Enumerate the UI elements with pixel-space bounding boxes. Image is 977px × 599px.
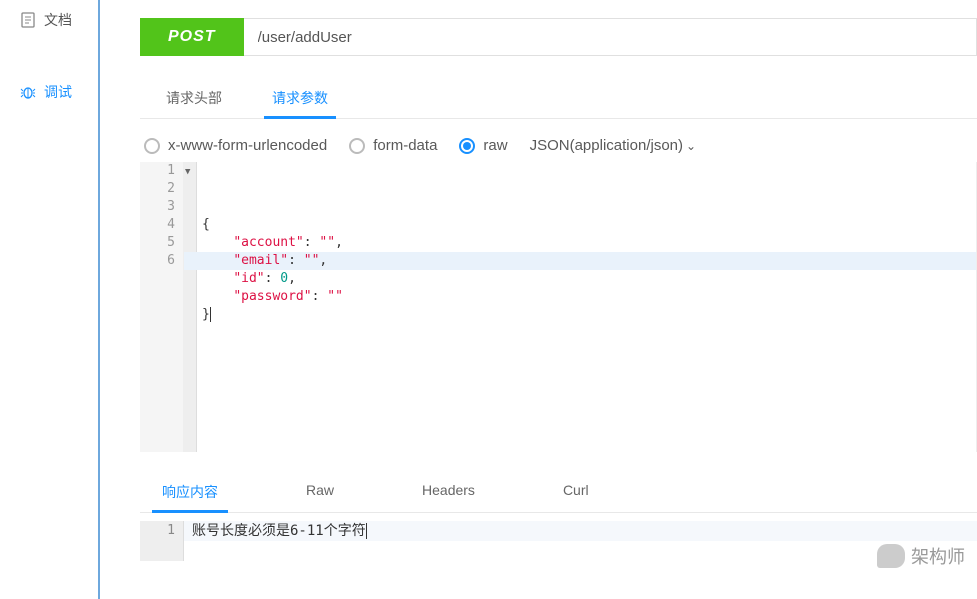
http-method-badge[interactable]: POST [140, 18, 244, 56]
tab-request-headers[interactable]: 请求头部 [158, 80, 230, 118]
url-row: POST [140, 18, 977, 56]
request-body-editor[interactable]: ▼ 1 2 3 4 5 6 { "account": "", "email": … [140, 162, 977, 452]
url-input[interactable] [244, 18, 977, 56]
gutter-line: 1 [140, 162, 175, 180]
tab-response-content[interactable]: 响应内容 [158, 474, 222, 512]
radio-icon [459, 138, 475, 154]
radio-formdata-label: form-data [373, 137, 437, 154]
editor-gutter: ▼ 1 2 3 4 5 6 [140, 162, 184, 452]
tab-request-params[interactable]: 请求参数 [264, 80, 336, 118]
sidebar-item-docs[interactable]: 文档 [0, 2, 98, 38]
bug-icon [20, 84, 36, 100]
response-gutter: 1 [140, 521, 184, 561]
radio-icon [349, 138, 365, 154]
code-text-area[interactable]: { "account": "", "email": "", "id": 0, "… [184, 162, 976, 452]
gutter-line: 6 [140, 252, 175, 270]
gutter-line: 3 [140, 198, 175, 216]
chevron-down-icon: ⌄ [686, 139, 696, 153]
watermark: 架构师 [877, 543, 965, 569]
radio-urlencoded[interactable]: x-www-form-urlencoded [144, 137, 327, 154]
response-body-editor[interactable]: 1 账号长度必须是6-11个字符 [140, 521, 977, 561]
wechat-icon [877, 544, 905, 568]
gutter-line: 5 [140, 234, 175, 252]
gutter-line: 2 [140, 180, 175, 198]
content-type-label: JSON(application/json) [530, 137, 683, 154]
document-icon [20, 12, 36, 28]
sidebar-debug-label: 调试 [44, 82, 72, 102]
gutter-line: 4 [140, 216, 175, 234]
watermark-text: 架构师 [911, 543, 965, 569]
request-tabs: 请求头部 请求参数 [140, 80, 977, 119]
response-text-area[interactable]: 账号长度必须是6-11个字符 [184, 521, 977, 561]
sidebar-item-debug[interactable]: 调试 [0, 74, 98, 110]
tab-response-raw[interactable]: Raw [302, 474, 338, 512]
radio-icon [144, 138, 160, 154]
radio-urlencoded-label: x-www-form-urlencoded [168, 137, 327, 154]
radio-raw-label: raw [483, 137, 507, 154]
response-text: 账号长度必须是6-11个字符 [192, 523, 366, 539]
content-type-dropdown[interactable]: JSON(application/json) ⌄ [530, 137, 696, 154]
main-panel: POST 请求头部 请求参数 x-www-form-urlencoded for… [140, 0, 977, 599]
tab-response-curl[interactable]: Curl [559, 474, 593, 512]
sidebar: 文档 调试 [0, 0, 100, 599]
sidebar-docs-label: 文档 [44, 10, 72, 30]
radio-formdata[interactable]: form-data [349, 137, 437, 154]
response-tabs: 响应内容 Raw Headers Curl [140, 474, 977, 513]
tab-response-headers[interactable]: Headers [418, 474, 479, 512]
gutter-line: 1 [140, 521, 175, 541]
body-type-row: x-www-form-urlencoded form-data raw JSON… [140, 137, 977, 154]
radio-raw[interactable]: raw [459, 137, 507, 154]
